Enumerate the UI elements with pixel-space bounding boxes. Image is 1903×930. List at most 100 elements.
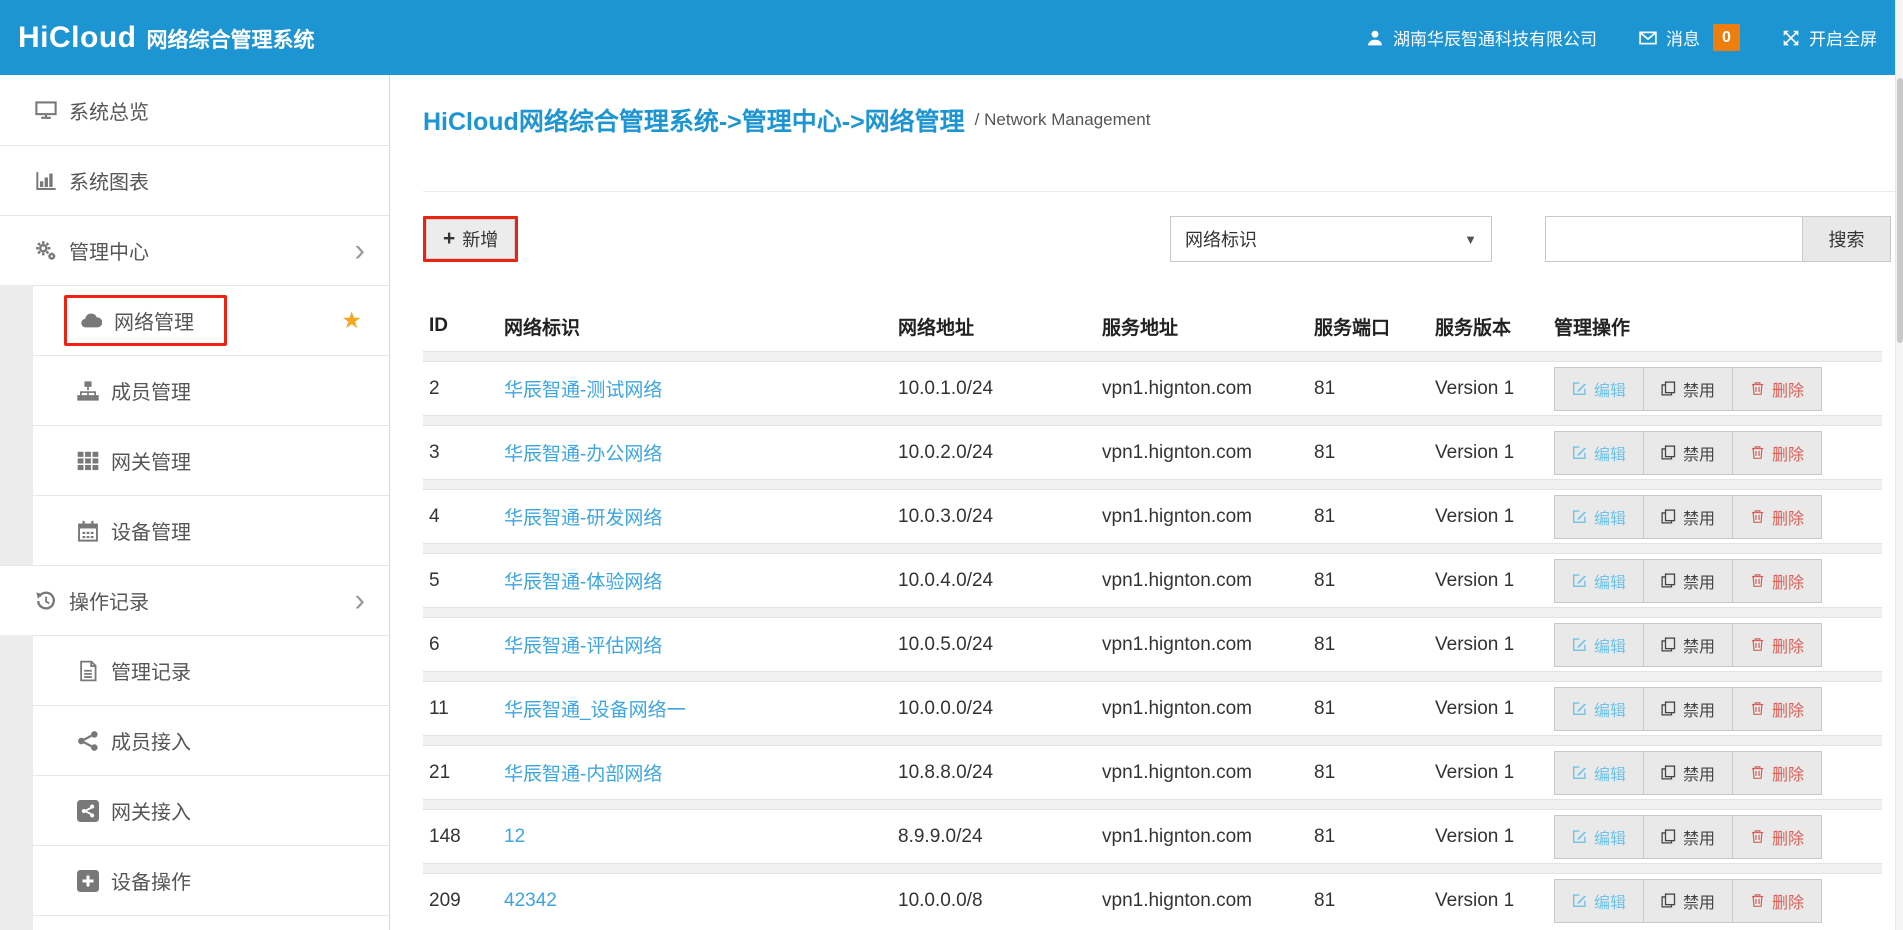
annotation-highlight: 成员接入 (77, 726, 191, 755)
network-name-link[interactable]: 12 (504, 826, 525, 847)
delete-button[interactable]: 删除 (1732, 432, 1821, 474)
sidebar-item-gateway-access[interactable]: 网关接入 (0, 775, 389, 845)
sidebar-item-member-management[interactable]: 成员管理 (0, 355, 389, 425)
delete-button[interactable]: 删除 (1732, 752, 1821, 794)
sidebar-item-system-overview[interactable]: 系统总览 (0, 75, 389, 145)
search-button[interactable]: 搜索 (1802, 216, 1891, 262)
disable-button[interactable]: 禁用 (1643, 368, 1732, 410)
edit-icon (1572, 765, 1587, 780)
column-header: 网络标识 (504, 313, 898, 340)
disable-icon (1661, 381, 1676, 396)
fullscreen-toggle[interactable]: 开启全屏 (1782, 25, 1877, 50)
search-input[interactable] (1545, 216, 1802, 262)
table-row: 4 华辰智通-研发网络 10.0.3.0/24 vpn1.hignton.com… (423, 490, 1882, 543)
sidebar-indent-gutter (0, 425, 33, 495)
cell-actions: 编辑 禁用 删除 (1554, 751, 1882, 795)
trash-icon (1750, 893, 1765, 908)
network-name-link[interactable]: 华辰智通-研发网络 (504, 508, 662, 529)
caret-down-icon: ▼ (1464, 232, 1477, 247)
delete-button[interactable]: 删除 (1732, 496, 1821, 538)
edit-button[interactable]: 编辑 (1555, 752, 1643, 794)
cell-id: 21 (429, 762, 504, 784)
network-name-link[interactable]: 华辰智通-测试网络 (504, 380, 662, 401)
cell-server-address: vpn1.hignton.com (1102, 378, 1314, 400)
edit-button[interactable]: 编辑 (1555, 880, 1643, 922)
sidebar-item-label: 网络管理 (114, 306, 194, 335)
sidebar-item-label: 成员接入 (111, 726, 191, 755)
sidebar-item-device-management[interactable]: 设备管理 (0, 495, 389, 565)
network-name-link[interactable]: 42342 (504, 890, 557, 911)
sidebar-item-member-access[interactable]: 成员接入 (0, 705, 389, 775)
sidebar-item-gateway-management[interactable]: 网关管理 (0, 425, 389, 495)
delete-button[interactable]: 删除 (1732, 880, 1821, 922)
network-name-link[interactable]: 华辰智通-评估网络 (504, 636, 662, 657)
cell-network-name: 12 (504, 826, 898, 848)
annotation-highlight: 网络管理 (64, 295, 227, 346)
network-name-link[interactable]: 华辰智通-体验网络 (504, 572, 662, 593)
annotation-highlight: 操作记录 (35, 586, 149, 615)
delete-button[interactable]: 删除 (1732, 688, 1821, 730)
disable-button[interactable]: 禁用 (1643, 752, 1732, 794)
fullscreen-icon (1782, 29, 1800, 47)
cell-server-address: vpn1.hignton.com (1102, 634, 1314, 656)
cell-server-port: 81 (1314, 442, 1435, 464)
delete-button[interactable]: 删除 (1732, 560, 1821, 602)
sidebar-item-label: 系统总览 (69, 96, 149, 125)
disable-button[interactable]: 禁用 (1643, 624, 1732, 666)
delete-button[interactable]: 删除 (1732, 368, 1821, 410)
cell-server-version: Version 1 (1435, 890, 1554, 912)
sidebar-item-admin-logs[interactable]: 管理记录 (0, 635, 389, 705)
action-button-group: 编辑 禁用 删除 (1554, 623, 1822, 667)
edit-button[interactable]: 编辑 (1555, 688, 1643, 730)
cell-id: 148 (429, 826, 504, 848)
edit-button[interactable]: 编辑 (1555, 432, 1643, 474)
disable-button[interactable]: 禁用 (1643, 688, 1732, 730)
sidebar-item-label: 设备操作 (111, 866, 191, 895)
filter-select[interactable]: 网络标识 ▼ (1170, 216, 1492, 262)
cell-id: 5 (429, 570, 504, 592)
network-name-link[interactable]: 华辰智通-内部网络 (504, 764, 662, 785)
scrollbar-thumb[interactable] (1897, 78, 1903, 343)
favorite-star-icon[interactable]: ★ (341, 307, 362, 334)
disable-icon (1661, 573, 1676, 588)
edit-button[interactable]: 编辑 (1555, 624, 1643, 666)
disable-button[interactable]: 禁用 (1643, 560, 1732, 602)
trash-icon (1750, 381, 1765, 396)
cell-server-address: vpn1.hignton.com (1102, 442, 1314, 464)
delete-button[interactable]: 删除 (1732, 816, 1821, 858)
sidebar-item-admin-center[interactable]: 管理中心 › (0, 215, 389, 285)
delete-button[interactable]: 删除 (1732, 624, 1821, 666)
add-button-label: 新增 (462, 226, 498, 252)
action-button-group: 编辑 禁用 删除 (1554, 879, 1822, 923)
cell-id: 11 (429, 698, 504, 720)
edit-icon (1572, 445, 1587, 460)
history-icon (35, 590, 57, 612)
company-menu[interactable]: 湖南华辰智通科技有限公司 (1366, 25, 1597, 50)
messages-menu[interactable]: 消息 0 (1639, 24, 1740, 51)
network-name-link[interactable]: 华辰智通-办公网络 (504, 444, 662, 465)
cell-network-address: 10.0.1.0/24 (898, 378, 1102, 400)
edit-button[interactable]: 编辑 (1555, 560, 1643, 602)
disable-button[interactable]: 禁用 (1643, 432, 1732, 474)
disable-button[interactable]: 禁用 (1643, 816, 1732, 858)
bar-chart-icon (35, 170, 57, 192)
cell-actions: 编辑 禁用 删除 (1554, 367, 1882, 411)
add-button[interactable]: + 新增 (426, 219, 515, 259)
edit-button[interactable]: 编辑 (1555, 816, 1643, 858)
disable-button[interactable]: 禁用 (1643, 880, 1732, 922)
plus-square-icon (77, 870, 99, 892)
toolbar: + 新增 网络标识 ▼ 搜索 (423, 216, 1895, 262)
network-name-link[interactable]: 华辰智通_设备网络一 (504, 700, 686, 721)
annotation-highlight: 系统图表 (35, 166, 149, 195)
disable-button[interactable]: 禁用 (1643, 496, 1732, 538)
page-scrollbar[interactable] (1895, 0, 1903, 930)
sidebar-item-device-operations[interactable]: 设备操作 (0, 845, 389, 915)
annotation-highlight: + 新增 (423, 216, 518, 262)
edit-button[interactable]: 编辑 (1555, 368, 1643, 410)
sidebar-item-network-management[interactable]: 网络管理 ★ (0, 285, 389, 355)
sidebar-item-system-charts[interactable]: 系统图表 (0, 145, 389, 215)
sidebar-item-operation-logs[interactable]: 操作记录 › (0, 565, 389, 635)
disable-icon (1661, 509, 1676, 524)
edit-button[interactable]: 编辑 (1555, 496, 1643, 538)
app-title: 网络综合管理系统 (146, 24, 314, 54)
